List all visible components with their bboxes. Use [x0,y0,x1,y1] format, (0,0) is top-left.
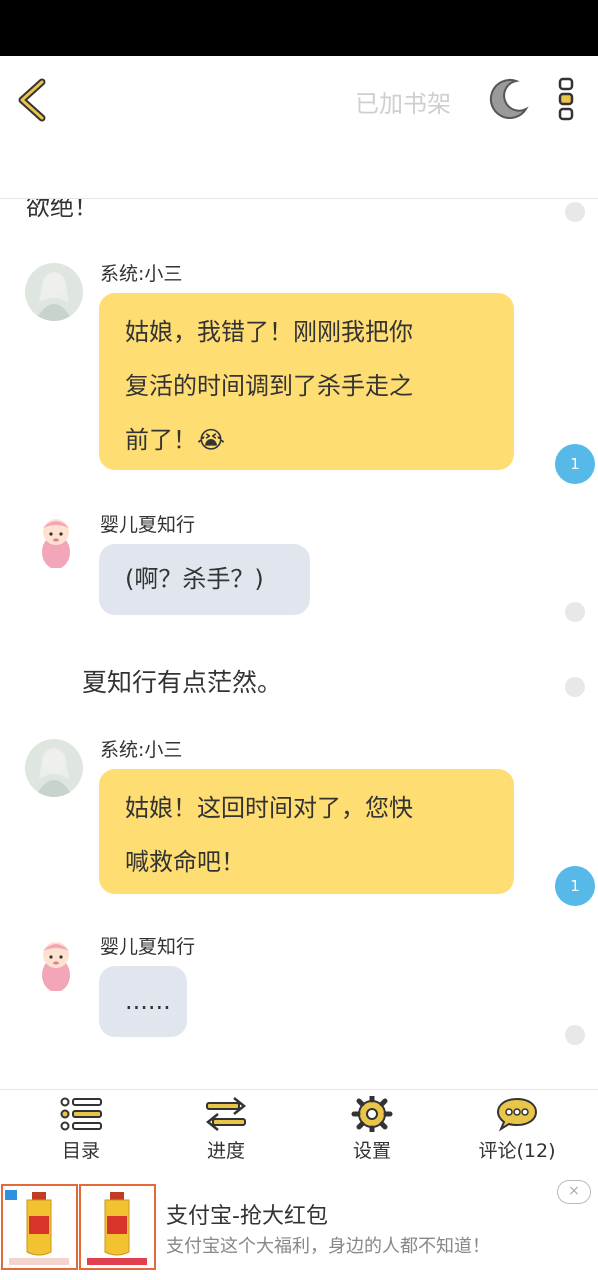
ad-product-image [79,1184,156,1270]
ad-close-button[interactable]: × [557,1180,591,1204]
avatar-system [25,739,83,797]
nav-progress[interactable]: 进度 [156,1096,296,1163]
message-text: ...... [125,987,171,1015]
ad-banner[interactable]: 支付宝-抢大红包 支付宝这个大福利，身边的人都不知道！ [0,1180,598,1280]
status-bar [0,0,598,56]
nav-comments-label: 评论(12) [478,1140,556,1162]
comment-count-badge[interactable]: 1 [555,444,595,484]
nav-settings[interactable]: 设置 [302,1096,442,1163]
ad-product-image [1,1184,78,1270]
sender-name: 系统:小三 [100,739,183,761]
message-bubble[interactable]: ...... [99,966,187,1037]
ad-mark-icon [5,1190,17,1200]
night-mode-moon-icon[interactable] [486,77,530,121]
avatar-system [25,263,83,321]
nav-catalog[interactable]: 目录 [11,1096,151,1163]
gear-icon [351,1096,393,1132]
message-line: 前了！😭 [125,426,226,454]
comment-dot[interactable] [565,677,585,697]
list-icon [60,1097,102,1131]
sender-name: 系统:小三 [100,263,183,285]
comment-dot[interactable] [565,602,585,622]
added-to-shelf-label[interactable]: 已加书架 [355,84,451,119]
ad-subtitle[interactable]: 支付宝这个大福利，身边的人都不知道！ [166,1232,490,1258]
chat-content[interactable]: 欲绝！ 系统:小三 姑娘，我错了！刚刚我把你 复活的时间调到了杀手走之 前了！😭… [0,199,598,1089]
ad-title[interactable]: 支付宝-抢大红包 [166,1198,328,1230]
avatar-baby [30,510,88,568]
progress-arrows-icon [205,1097,247,1131]
more-menu-icon[interactable] [555,76,577,122]
bottom-navigation: 目录 进度 设置 评论(12) [0,1089,598,1181]
message-line: 喊救命吧！ [125,848,245,876]
message-line: 姑娘！这回时间对了，您快 [125,794,413,822]
nav-progress-label: 进度 [206,1140,245,1162]
comment-count-badge[interactable]: 1 [555,866,595,906]
narration-text: 夏知行有点茫然。 [82,668,283,697]
message-line: 复活的时间调到了杀手走之 [125,372,413,400]
message-line: 姑娘，我错了！刚刚我把你 [125,318,413,346]
comment-dot[interactable] [565,202,585,222]
nav-settings-label: 设置 [352,1140,391,1162]
message-bubble[interactable]: 姑娘，我错了！刚刚我把你 复活的时间调到了杀手走之 前了！😭 [99,293,514,470]
message-text: (啊？杀手？) [125,565,264,593]
message-bubble[interactable]: (啊？杀手？) [99,544,310,615]
back-arrow-icon[interactable] [14,78,50,122]
comment-dot[interactable] [565,1025,585,1045]
message-bubble[interactable]: 姑娘！这回时间对了，您快 喊救命吧！ [99,769,514,894]
comment-bubble-icon [496,1097,538,1132]
nav-comments[interactable]: 评论(12) [447,1096,587,1163]
nav-catalog-label: 目录 [61,1140,100,1162]
truncated-text: 欲绝！ [26,199,98,221]
avatar-baby [30,933,88,991]
sender-name: 婴儿夏知行 [100,514,196,536]
sender-name: 婴儿夏知行 [100,936,196,958]
